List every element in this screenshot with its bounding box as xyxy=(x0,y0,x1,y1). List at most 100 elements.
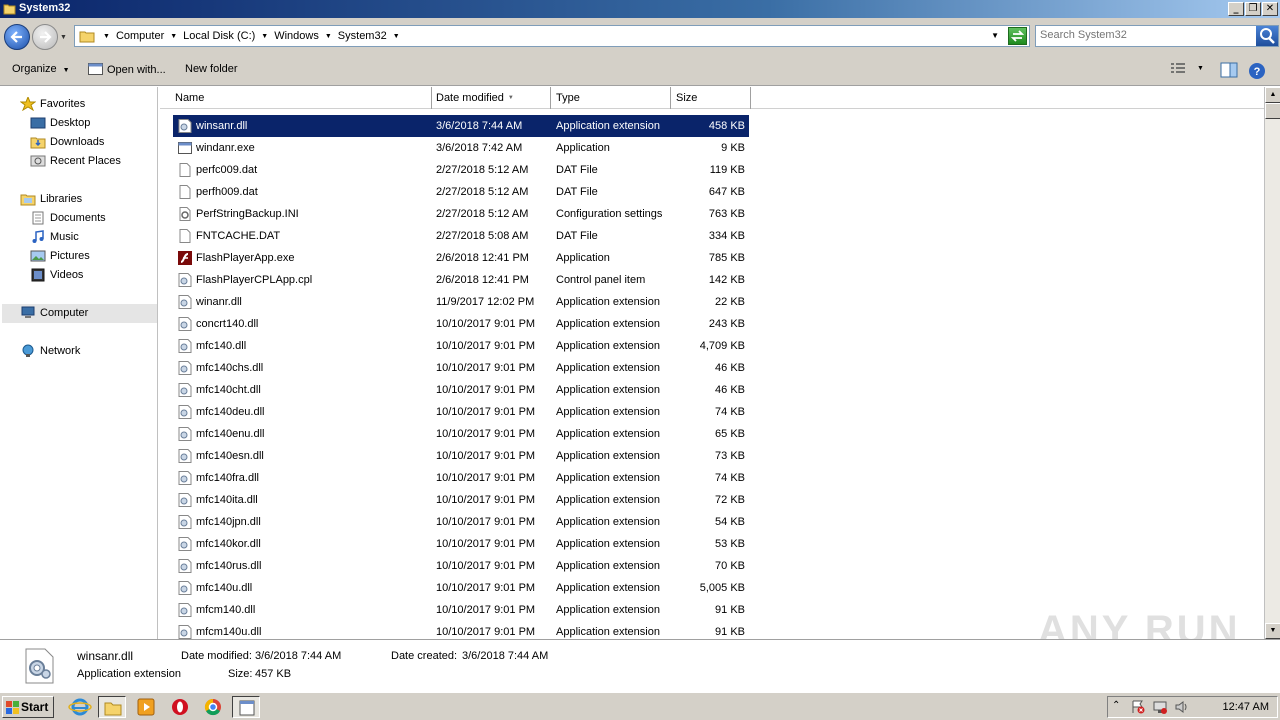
column-name[interactable]: Name xyxy=(169,87,432,109)
file-row[interactable]: mfc140ita.dll 10/10/2017 9:01 PM Applicati… xyxy=(173,489,749,511)
dll-icon xyxy=(178,339,192,353)
column-date-modified[interactable]: Date modified ▼ xyxy=(430,87,551,109)
scroll-down-button[interactable]: ▼ xyxy=(1265,623,1280,639)
file-row[interactable]: mfc140esn.dll 10/10/2017 9:01 PM Applicati… xyxy=(173,445,749,467)
file-row[interactable]: perfh009.dat 2/27/2018 5:12 AM DAT File 647… xyxy=(173,181,749,203)
file-type: Application extension xyxy=(556,318,660,330)
file-type: Application extension xyxy=(556,516,660,528)
view-options-icon[interactable] xyxy=(1170,62,1186,76)
show-hidden-icons-icon[interactable]: ⌃ xyxy=(1112,700,1120,711)
file-row[interactable]: mfc140.dll 10/10/2017 9:01 PM Application … xyxy=(173,335,749,357)
ini-icon xyxy=(178,207,192,221)
file-row[interactable]: concrt140.dll 10/10/2017 9:01 PM Applicati… xyxy=(173,313,749,335)
dll-icon xyxy=(178,493,192,507)
search-input[interactable] xyxy=(1040,29,1250,41)
dll-icon xyxy=(178,119,192,133)
chevron-down-icon[interactable]: ▼ xyxy=(391,30,402,43)
file-row[interactable]: mfc140enu.dll 10/10/2017 9:01 PM Applicati… xyxy=(173,423,749,445)
scroll-thumb[interactable] xyxy=(1265,103,1280,119)
restore-button[interactable]: ❐ xyxy=(1245,2,1261,16)
file-row[interactable]: PerfStringBackup.INI 2/27/2018 5:12 AM Con… xyxy=(173,203,749,225)
chevron-down-icon: ▼ xyxy=(62,67,70,74)
scroll-up-button[interactable]: ▲ xyxy=(1265,87,1280,103)
file-row[interactable]: mfcm140.dll 10/10/2017 9:01 PM Application… xyxy=(173,599,749,621)
file-size: 74 KB xyxy=(715,472,745,484)
volume-icon[interactable] xyxy=(1174,699,1190,715)
chevron-down-icon[interactable]: ▼ xyxy=(101,30,112,43)
details-created-value: 3/6/2018 7:44 AM xyxy=(462,650,549,662)
dll-icon xyxy=(178,625,192,639)
nav-label: Music xyxy=(50,231,79,243)
start-button[interactable]: Start xyxy=(2,696,54,718)
file-row[interactable]: winsanr.dll 3/6/2018 7:44 AM Application e… xyxy=(173,115,749,137)
open-with-button[interactable]: Open with... xyxy=(88,63,166,76)
file-row[interactable]: mfc140cht.dll 10/10/2017 9:01 PM Applicati… xyxy=(173,379,749,401)
chevron-down-icon[interactable]: ▼ xyxy=(168,30,179,43)
close-button[interactable]: ✕ xyxy=(1262,2,1278,16)
breadcrumb-windows[interactable]: Windows xyxy=(270,30,323,43)
address-bar[interactable]: ▼ Computer ▼ Local Disk (C:) ▼ Windows ▼… xyxy=(74,25,1030,47)
svg-text:?: ? xyxy=(1254,66,1261,78)
start-label: Start xyxy=(21,700,49,714)
file-row[interactable]: mfc140jpn.dll 10/10/2017 9:01 PM Applicati… xyxy=(173,511,749,533)
window-icon xyxy=(88,63,103,75)
vertical-scrollbar[interactable]: ▲ ▼ xyxy=(1264,87,1280,639)
file-size: 53 KB xyxy=(715,538,745,550)
taskbar-media-player[interactable] xyxy=(132,696,160,718)
nav-label: Computer xyxy=(40,307,89,319)
minimize-button[interactable]: _ xyxy=(1228,2,1244,16)
file-row[interactable]: FlashPlayerCPLApp.cpl 2/6/2018 12:41 PM Co… xyxy=(173,269,749,291)
file-row[interactable]: mfc140u.dll 10/10/2017 9:01 PM Application… xyxy=(173,577,749,599)
details-size-value: 457 KB xyxy=(255,668,292,680)
file-row[interactable]: mfc140chs.dll 10/10/2017 9:01 PM Applicati… xyxy=(173,357,749,379)
breadcrumb-system32[interactable]: System32 xyxy=(334,30,391,43)
file-size: 763 KB xyxy=(708,208,745,220)
taskbar-explorer[interactable] xyxy=(98,696,126,718)
search-box[interactable] xyxy=(1035,25,1279,47)
file-date-modified: 10/10/2017 9:01 PM xyxy=(436,604,536,616)
taskbar-ie[interactable] xyxy=(66,696,94,718)
recent-pages-dropdown[interactable]: ▼ xyxy=(60,34,67,41)
file-row[interactable]: windanr.exe 3/6/2018 7:42 AM Application 9 … xyxy=(173,137,749,159)
file-date-modified: 10/10/2017 9:01 PM xyxy=(436,494,536,506)
file-row[interactable]: winanr.dll 11/9/2017 12:02 PM Application … xyxy=(173,291,749,313)
chevron-down-icon[interactable]: ▼ xyxy=(323,30,334,43)
file-date-modified: 10/10/2017 9:01 PM xyxy=(436,560,536,572)
file-row[interactable]: perfc009.dat 2/27/2018 5:12 AM DAT File 119… xyxy=(173,159,749,181)
network-tray-icon[interactable] xyxy=(1152,699,1168,715)
file-row[interactable]: FNTCACHE.DAT 2/27/2018 5:08 AM DAT File 334… xyxy=(173,225,749,247)
chevron-down-icon[interactable]: ▼ xyxy=(1197,65,1204,72)
file-row[interactable]: mfc140rus.dll 10/10/2017 9:01 PM Applicati… xyxy=(173,555,749,577)
organize-button[interactable]: Organize ▼ xyxy=(12,63,70,75)
network-icon xyxy=(22,344,34,357)
back-button[interactable] xyxy=(4,24,30,50)
details-modified-value: 3/6/2018 7:44 AM xyxy=(255,650,342,662)
new-folder-button[interactable]: New folder xyxy=(185,63,238,75)
chevron-down-icon[interactable]: ▼ xyxy=(259,30,270,43)
windows-flag-icon xyxy=(6,701,19,714)
preview-pane-icon[interactable] xyxy=(1220,62,1238,78)
file-date-modified: 2/6/2018 12:41 PM xyxy=(436,252,529,264)
forward-button[interactable] xyxy=(32,24,58,50)
nav-label: Libraries xyxy=(40,193,83,205)
file-row[interactable]: mfc140deu.dll 10/10/2017 9:01 PM Applicati… xyxy=(173,401,749,423)
refresh-button[interactable] xyxy=(1008,27,1027,45)
nav-label: Network xyxy=(40,345,81,357)
column-size[interactable]: Size xyxy=(670,87,751,109)
file-type: Application extension xyxy=(556,450,660,462)
taskbar-chrome[interactable] xyxy=(199,696,227,718)
column-size-label: Size xyxy=(676,92,698,104)
breadcrumb-local-disk[interactable]: Local Disk (C:) xyxy=(179,30,259,43)
taskbar-opera[interactable] xyxy=(166,696,194,718)
taskbar-window[interactable] xyxy=(232,696,260,718)
file-row[interactable]: mfc140fra.dll 10/10/2017 9:01 PM Applicati… xyxy=(173,467,749,489)
address-history-dropdown[interactable]: ▼ xyxy=(991,31,999,40)
search-button[interactable] xyxy=(1256,26,1278,46)
column-type[interactable]: Type xyxy=(550,87,671,109)
file-row[interactable]: mfc140kor.dll 10/10/2017 9:01 PM Applicati… xyxy=(173,533,749,555)
clock[interactable]: 12:47 AM xyxy=(1223,701,1269,713)
breadcrumb-computer[interactable]: Computer xyxy=(112,30,168,43)
file-row[interactable]: FlashPlayerApp.exe 2/6/2018 12:41 PM Appli… xyxy=(173,247,749,269)
help-icon[interactable]: ? xyxy=(1248,62,1266,80)
action-center-flag-icon[interactable] xyxy=(1130,699,1146,715)
